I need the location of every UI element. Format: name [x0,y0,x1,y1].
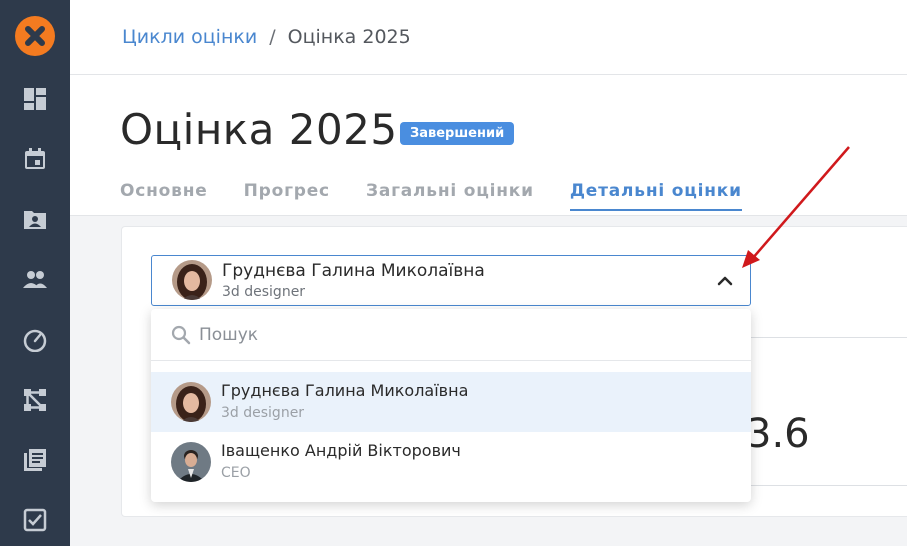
tab-progress[interactable]: Прогрес [244,181,330,211]
score-value: 3.6 [746,411,810,457]
divider [750,337,907,338]
top-bar: Цикли оцінки / Оцінка 2025 [70,0,907,75]
breadcrumb-separator: / [269,26,276,48]
breadcrumb: Цикли оцінки / Оцінка 2025 [122,26,411,48]
avatar [171,382,211,422]
checkbox-icon[interactable] [22,507,48,533]
employee-select[interactable]: Груднєва Галина Миколаївна 3d designer [151,255,751,306]
dropdown-option-ivashchenko[interactable]: Іващенко Андрій Вікторович CEO [151,432,751,492]
app-logo[interactable] [15,16,55,56]
tab-overall-ratings[interactable]: Загальні оцінки [366,181,534,211]
calendar-icon[interactable] [22,146,48,172]
search-input[interactable] [199,322,719,348]
breadcrumb-current: Оцінка 2025 [287,26,411,48]
divider [750,485,907,486]
tab-main[interactable]: Основне [120,181,208,211]
option-role: CEO [221,465,251,481]
avatar [171,442,211,482]
employee-dropdown: Груднєва Галина Миколаївна 3d designer І… [151,309,751,502]
logo-x-icon [25,26,45,46]
tab-bar: Основне Прогрес Загальні оцінки Детальні… [120,181,742,211]
selected-employee-name: Груднєва Галина Миколаївна [222,261,485,281]
workflow-icon[interactable] [22,387,48,413]
page-header: Оцінка 2025 Завершений Основне Прогрес З… [70,75,907,216]
option-name: Груднєва Галина Миколаївна [221,381,469,400]
search-icon [171,325,191,345]
sidebar [0,0,70,546]
chevron-up-icon[interactable] [714,270,736,292]
avatar [172,260,212,300]
page-title: Оцінка 2025 [120,105,398,154]
library-icon[interactable] [22,447,48,473]
tab-detailed-ratings[interactable]: Детальні оцінки [569,181,742,211]
dashboard-icon[interactable] [22,86,48,112]
option-role: 3d designer [221,405,305,421]
gauge-icon[interactable] [22,327,48,353]
option-name: Іващенко Андрій Вікторович [221,441,461,460]
folder-user-icon[interactable] [22,206,48,232]
search-row [151,309,751,361]
breadcrumb-link-cycles[interactable]: Цикли оцінки [122,26,257,48]
status-badge: Завершений [400,122,515,145]
selected-employee-role: 3d designer [222,284,306,300]
dropdown-option-grudneva[interactable]: Груднєва Галина Миколаївна 3d designer [151,372,751,432]
people-icon[interactable] [22,266,48,292]
